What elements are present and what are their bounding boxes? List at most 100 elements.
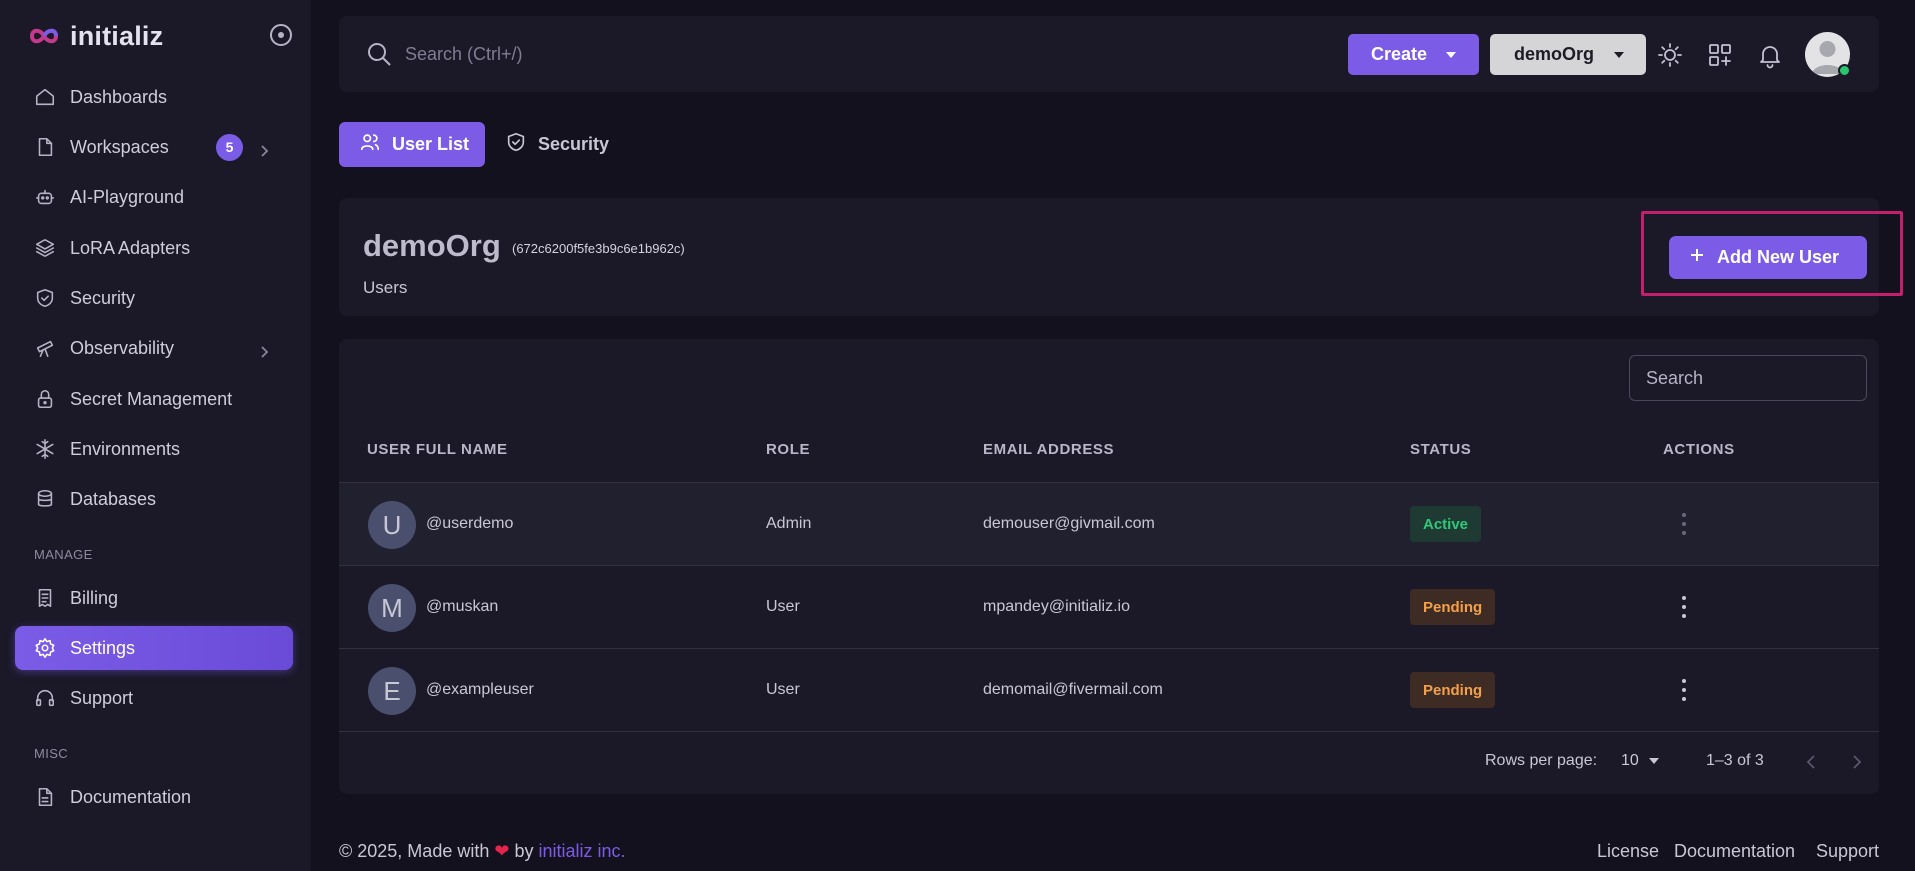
section-label-misc: MISC — [34, 746, 69, 761]
avatar: M — [368, 584, 416, 632]
page-title: demoOrg — [363, 228, 501, 263]
sidebar-item-label: Dashboards — [70, 86, 168, 107]
column-header-user-full-name[interactable]: USER FULL NAME — [367, 441, 508, 458]
add-new-user-button[interactable]: Add New User — [1669, 236, 1867, 279]
home-icon — [34, 86, 56, 108]
shield-check-icon — [34, 287, 56, 309]
users-icon — [359, 131, 381, 158]
telescope-icon — [34, 337, 56, 359]
sidebar-item-label: Billing — [70, 587, 119, 608]
column-header-status[interactable]: STATUS — [1410, 441, 1471, 458]
role-cell: Admin — [766, 515, 812, 532]
heart-icon: ❤ — [494, 841, 510, 861]
email-cell: mpandey@initializ.io — [983, 598, 1130, 615]
snowflake-icon — [34, 438, 56, 460]
tab-label: User List — [392, 134, 470, 154]
online-status-dot — [1838, 64, 1851, 77]
role-cell: User — [766, 681, 800, 698]
table-search-input[interactable]: Search — [1629, 355, 1867, 401]
status-badge: Active — [1410, 506, 1482, 542]
headphones-icon — [34, 687, 56, 709]
global-search-input[interactable]: Search (Ctrl+/) — [405, 44, 523, 65]
email-cell: demouser@givmail.com — [983, 515, 1155, 532]
tab-security[interactable]: Security — [505, 122, 615, 167]
sidebar-item-observability[interactable]: Observability — [15, 326, 293, 370]
tab-user-list[interactable]: User List — [339, 122, 485, 167]
sidebar-item-workspaces[interactable]: Workspaces 5 — [15, 125, 293, 169]
topbar: Search (Ctrl+/) Create demoOrg — [339, 16, 1879, 92]
sidebar-item-billing[interactable]: Billing — [15, 576, 293, 620]
column-header-email[interactable]: EMAIL ADDRESS — [983, 441, 1114, 458]
tab-label: Security — [538, 134, 610, 154]
sidebar-item-label: Workspaces — [70, 136, 169, 157]
sidebar-item-label: Settings — [70, 637, 136, 658]
initializ-logo-icon — [26, 26, 62, 46]
sidebar-item-security[interactable]: Security — [15, 276, 293, 320]
sidebar-item-label: Observability — [70, 337, 175, 358]
sidebar-item-settings[interactable]: Settings — [15, 626, 293, 670]
footer-copyright: © 2025, Made with ❤ by initializ inc. — [339, 841, 626, 862]
sidebar-item-dashboards[interactable]: Dashboards — [15, 75, 293, 119]
sidebar-item-documentation[interactable]: Documentation — [15, 775, 293, 819]
by-text: by — [514, 841, 534, 861]
avatar: U — [368, 501, 416, 549]
org-switcher-button[interactable]: demoOrg — [1490, 34, 1646, 75]
company-link[interactable]: initializ inc. — [539, 841, 626, 861]
table-row[interactable]: M @muskan User mpandey@initializ.io Pend… — [339, 566, 1879, 649]
bell-icon[interactable] — [1756, 41, 1784, 69]
sidebar-item-lora-adapters[interactable]: LoRA Adapters — [15, 226, 293, 270]
radio-dot-icon — [278, 32, 284, 38]
org-switcher-label: demoOrg — [1514, 44, 1595, 64]
status-badge: Pending — [1410, 672, 1496, 708]
sidebar-collapse-button[interactable] — [270, 24, 292, 46]
sun-icon[interactable] — [1656, 41, 1684, 69]
pagination-range: 1–3 of 3 — [1706, 752, 1764, 769]
database-icon — [34, 488, 56, 510]
username-cell: @exampleuser — [426, 681, 534, 698]
sidebar-item-label: Support — [70, 687, 134, 708]
plus-icon — [1689, 247, 1705, 268]
copyright-text: © 2025, Made with — [339, 841, 490, 861]
sidebar-item-databases[interactable]: Databases — [15, 477, 293, 521]
sidebar-item-secret-management[interactable]: Secret Management — [15, 377, 293, 421]
chevron-left-icon[interactable] — [1804, 754, 1818, 770]
sidebar-item-label: Documentation — [70, 786, 192, 807]
create-button-label: Create — [1371, 44, 1428, 64]
sidebar-item-support[interactable]: Support — [15, 676, 293, 720]
chevron-right-icon[interactable] — [1850, 754, 1864, 770]
sidebar-item-environments[interactable]: Environments — [15, 427, 293, 471]
email-cell: demomail@fivermail.com — [983, 681, 1163, 698]
sidebar-item-label: Databases — [70, 488, 157, 509]
caret-down-icon — [1446, 52, 1456, 58]
add-new-user-label: Add New User — [1717, 247, 1840, 267]
avatar: E — [368, 667, 416, 715]
column-header-role[interactable]: ROLE — [766, 441, 810, 458]
more-vertical-icon[interactable] — [1680, 596, 1688, 618]
create-button[interactable]: Create — [1348, 34, 1479, 75]
footer-link-license[interactable]: License — [1597, 841, 1659, 862]
sidebar-item-ai-playground[interactable]: AI-Playground — [15, 175, 293, 219]
lock-icon — [34, 388, 56, 410]
count-badge: 5 — [216, 133, 243, 161]
search-icon[interactable] — [365, 40, 393, 68]
sidebar-item-label: Secret Management — [70, 388, 233, 409]
receipt-icon — [34, 587, 56, 609]
table-row[interactable]: E @exampleuser User demomail@fivermail.c… — [339, 649, 1879, 732]
status-badge: Pending — [1410, 589, 1496, 625]
sidebar-item-label: LoRA Adapters — [70, 237, 191, 258]
username-cell: @userdemo — [426, 515, 514, 532]
layers-icon — [34, 237, 56, 259]
more-vertical-icon[interactable] — [1680, 513, 1688, 535]
chevron-right-icon — [258, 342, 270, 358]
rows-per-page-select[interactable]: 10 — [1621, 752, 1659, 770]
org-id: (672c6200f5fe3b9c6e1b962c) — [512, 241, 685, 256]
gear-icon — [34, 637, 56, 659]
more-vertical-icon[interactable] — [1680, 679, 1688, 701]
table-row[interactable]: U @userdemo Admin demouser@givmail.com A… — [339, 483, 1879, 566]
brand[interactable]: initializ — [26, 18, 163, 54]
footer-link-documentation[interactable]: Documentation — [1674, 841, 1795, 862]
footer-link-support[interactable]: Support — [1816, 841, 1879, 862]
section-label-manage: MANAGE — [34, 547, 93, 562]
sidebar-item-label: Security — [70, 287, 136, 308]
apps-add-icon[interactable] — [1706, 41, 1734, 69]
